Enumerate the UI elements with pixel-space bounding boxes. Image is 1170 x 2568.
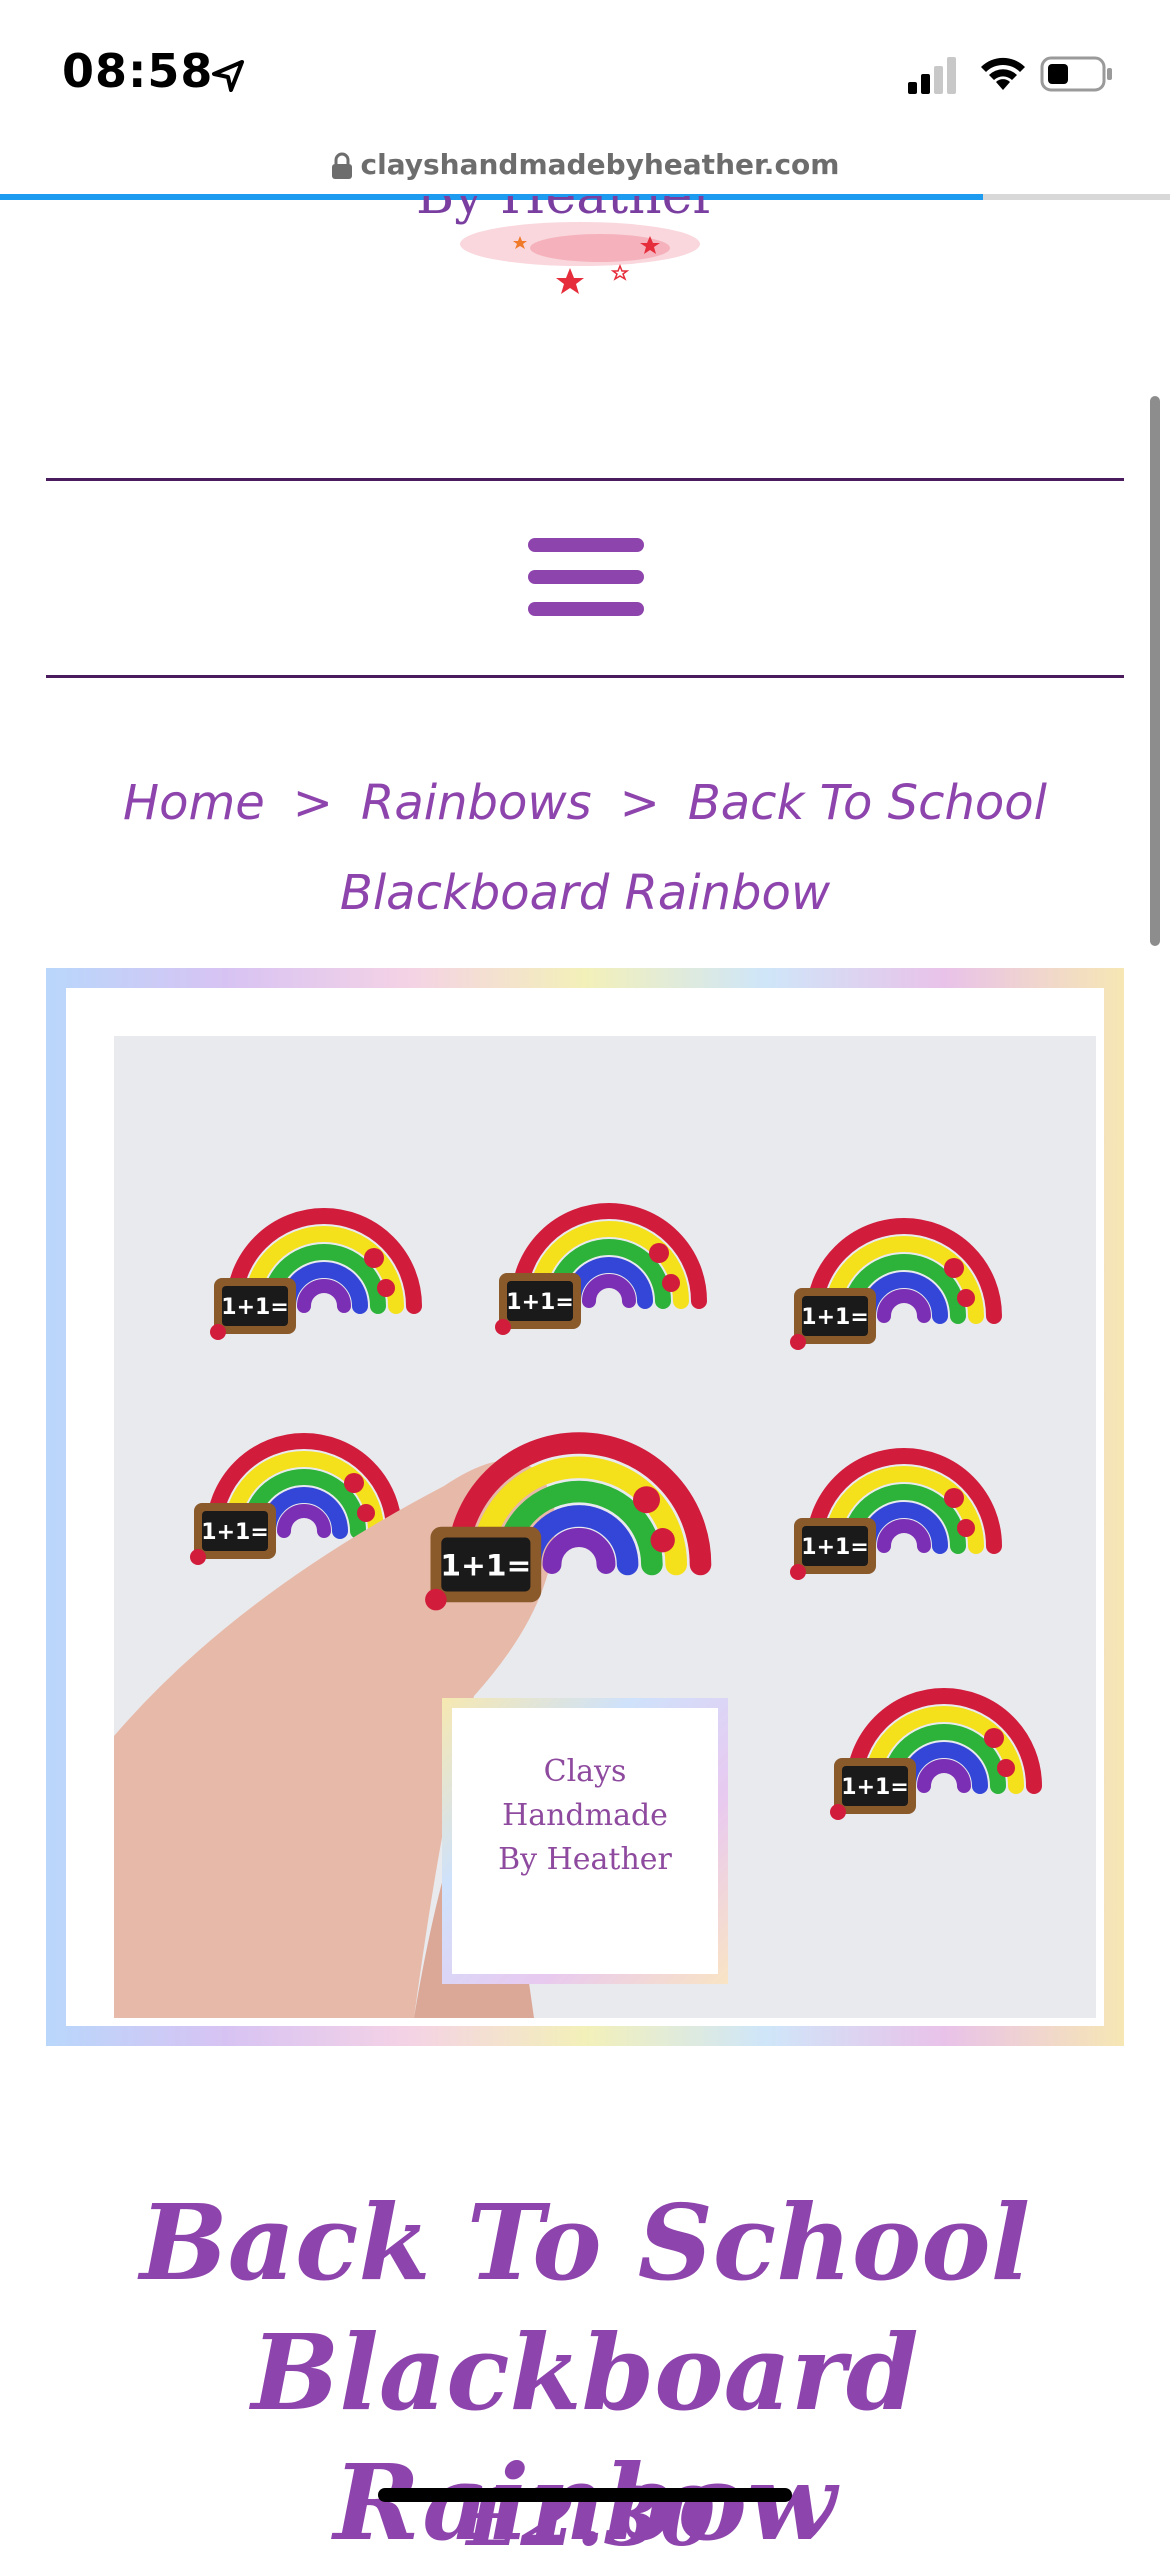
status-bar: 08:58 — [0, 0, 1170, 150]
url-text: clayshandmadebyheather.com — [360, 148, 840, 181]
page-scrollbar[interactable] — [1150, 396, 1160, 946]
breadcrumb-separator: > — [619, 775, 660, 831]
product-price: £2.30 — [464, 2470, 716, 2564]
watermark-line-1: Clays — [543, 1754, 627, 1789]
location-arrow-icon — [212, 60, 244, 92]
watermark-logo: Clays Handmade By Heather — [442, 1698, 728, 1984]
lock-icon — [331, 152, 352, 179]
breadcrumb-home[interactable]: Home — [123, 775, 265, 831]
signal-icon — [908, 57, 956, 94]
header-divider-bottom — [46, 675, 1124, 678]
address-bar[interactable]: clayshandmadebyheather.com — [0, 148, 1170, 181]
watermark-line-2: Handmade — [502, 1798, 668, 1833]
logo-sparkle-decoration — [460, 222, 700, 294]
battery-icon — [1040, 56, 1112, 92]
site-logo[interactable]: By Heather — [400, 196, 760, 296]
watermark-line-3: By Heather — [498, 1842, 672, 1877]
header-divider-top — [46, 478, 1124, 481]
wifi-icon — [981, 57, 1025, 90]
status-time: 08:58 — [62, 44, 214, 98]
breadcrumb-rainbows[interactable]: Rainbows — [361, 775, 592, 831]
home-indicator — [378, 2488, 792, 2502]
hamburger-menu-icon[interactable] — [528, 538, 644, 618]
breadcrumb-separator: > — [292, 775, 333, 831]
breadcrumb: Home > Rainbows > Back To School Blackboard … — [120, 758, 1050, 938]
